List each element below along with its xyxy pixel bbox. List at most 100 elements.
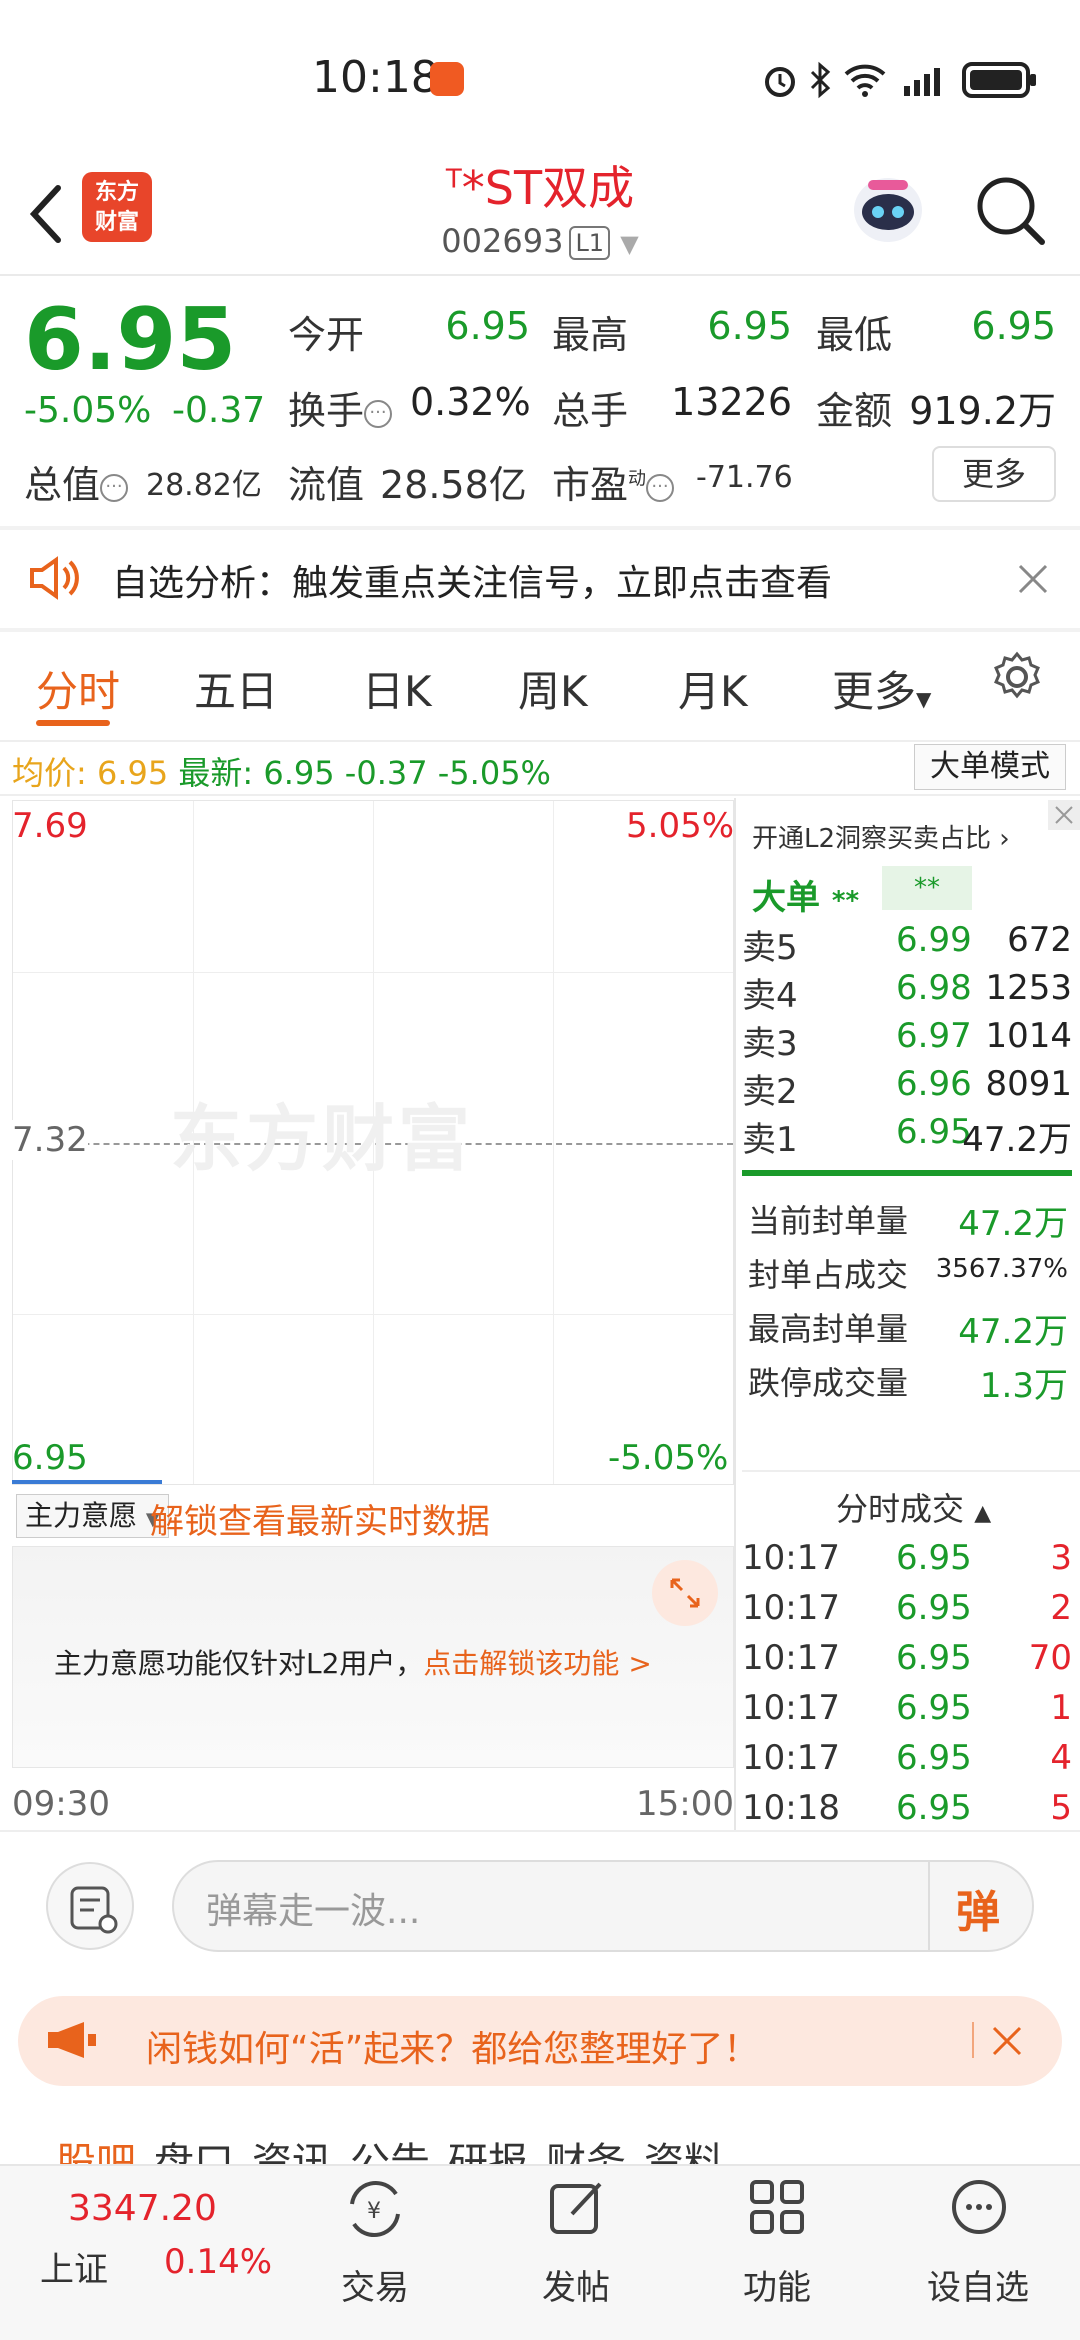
seal-stat-label: 跌停成交量	[748, 1364, 909, 1402]
seal-stat-value: 1.3万	[979, 1366, 1068, 1406]
danmu-send-button[interactable]: 弹	[928, 1860, 1034, 1952]
nav-trade[interactable]: 交易	[305, 2260, 445, 2309]
pct-axis-top: 5.05%	[626, 806, 735, 846]
nav-post[interactable]: 发帖	[506, 2260, 646, 2309]
close-banner-icon[interactable]	[1048, 800, 1080, 830]
l2-unlock-link[interactable]: 点击解锁该功能 >	[423, 1647, 651, 1680]
battery-icon	[962, 60, 1038, 104]
tab-intraday[interactable]: 分时	[36, 658, 120, 719]
danmu-placeholder: 弹幕走一波...	[206, 1891, 421, 1932]
section-tab[interactable]: 股吧	[56, 2130, 136, 2168]
low-label: 最低	[816, 313, 893, 357]
l2-notice: 主力意愿功能仅针对L2用户，点击解锁该功能 >	[54, 1647, 652, 1680]
function-icon[interactable]	[742, 2172, 812, 2246]
post-icon[interactable]	[542, 2172, 612, 2246]
nav-function[interactable]: 功能	[707, 2260, 847, 2309]
more-button[interactable]: 更多	[932, 446, 1056, 502]
expand-icon[interactable]	[652, 1560, 718, 1626]
tab-monthly-k[interactable]: 月K	[678, 658, 748, 719]
y-axis-bottom: 6.95	[12, 1438, 88, 1478]
unlock-realtime-link[interactable]: 解锁查看最新实时数据	[150, 1494, 490, 1543]
section-tab[interactable]: 资讯	[252, 2130, 332, 2168]
total-mv-value: 28.82亿	[146, 468, 262, 503]
stock-prefix: T	[445, 164, 462, 195]
section-tab[interactable]: 资料	[644, 2130, 724, 2168]
l2-banner[interactable]: 开通L2洞察买卖占比 ›	[752, 818, 1010, 855]
section-tab[interactable]: 财务	[546, 2130, 626, 2168]
seal-stat-value: 47.2万	[958, 1204, 1068, 1244]
high-label: 最高	[552, 313, 629, 357]
ask-separator	[742, 1170, 1072, 1176]
svg-text:¥: ¥	[367, 2199, 381, 2224]
change-percent: -5.05%	[24, 390, 152, 431]
chevron-right-icon: ›	[999, 824, 1010, 854]
tab-more[interactable]: 更多▼	[832, 658, 931, 719]
promo-text: 闲钱如何“活”起来？都给您整理好了！	[146, 2029, 760, 2070]
add-watchlist-icon[interactable]	[944, 2172, 1014, 2246]
ask-volume: 672	[1007, 920, 1072, 960]
tick-price: 6.95	[896, 1788, 972, 1828]
ask-label: 卖5	[742, 928, 798, 968]
megaphone-icon	[44, 2018, 100, 2066]
pe-value: -71.76	[696, 460, 793, 495]
big-order-mode-button[interactable]: 大单模式	[914, 744, 1066, 790]
x-axis-start: 09:30	[12, 1784, 110, 1824]
main-force-dropdown[interactable]: 主力意愿 ▼	[16, 1494, 169, 1538]
ticks-title[interactable]: 分时成交 ▲	[836, 1484, 991, 1530]
total-mv-label[interactable]: 总值 ···	[24, 454, 129, 509]
trade-icon[interactable]: ¥	[340, 2174, 410, 2248]
tab-weekly-k[interactable]: 周K	[518, 658, 588, 719]
speaker-icon	[28, 556, 82, 604]
section-tab[interactable]: 盘口	[154, 2130, 234, 2168]
robot-assistant-icon[interactable]	[848, 168, 928, 248]
ask-label: 卖4	[742, 976, 798, 1016]
current-price: 6.95	[24, 290, 237, 390]
section-tab[interactable]: 研报	[448, 2130, 528, 2168]
index-name[interactable]: 上证	[40, 2242, 108, 2291]
watermark: 东方财富	[170, 1097, 475, 1181]
big-order-label: 大单 **	[752, 878, 860, 918]
tick-volume: 4	[1050, 1738, 1072, 1778]
notice-divider	[0, 628, 1080, 632]
tab-daily-k[interactable]: 日K	[362, 658, 432, 719]
section-tabs: 股吧 盘口 资讯 公告 研报 财务 资料	[0, 2108, 1080, 2168]
active-tab-indicator	[36, 720, 110, 726]
info-icon: ···	[646, 473, 675, 502]
caret-down-icon: ▼	[916, 687, 932, 711]
nav-add-watchlist[interactable]: 设自选	[908, 2260, 1048, 2309]
seal-stat-label: 封单占成交	[748, 1256, 909, 1294]
promo-close-icon[interactable]	[990, 2024, 1024, 2062]
bluetooth-icon	[806, 60, 836, 104]
danmu-divider	[0, 1830, 1080, 1832]
open-label: 今开	[288, 313, 365, 357]
float-mv-value: 28.58亿	[380, 463, 527, 507]
orderbook-divider	[734, 798, 736, 1830]
index-value[interactable]: 3347.20	[68, 2188, 217, 2229]
volume-label: 总手	[552, 389, 629, 433]
tick-price: 6.95	[896, 1538, 972, 1578]
turnover-label[interactable]: 换手 ···	[288, 380, 393, 435]
float-mv-label: 流值	[288, 463, 365, 507]
danmu-settings-icon[interactable]	[46, 1862, 134, 1950]
section-tab[interactable]: 公告	[350, 2130, 430, 2168]
pe-label[interactable]: 市盈动 ···	[552, 454, 675, 509]
ask-volume: 47.2万	[962, 1120, 1072, 1160]
amount-value: 919.2万	[909, 389, 1056, 433]
ask-label: 卖2	[742, 1072, 798, 1112]
tick-time: 10:17	[742, 1638, 840, 1678]
turnover-value: 0.32%	[410, 380, 531, 424]
y-axis-top: 7.69	[12, 806, 88, 846]
tick-volume: 1	[1050, 1688, 1072, 1728]
close-icon[interactable]	[1016, 562, 1050, 600]
tick-time: 10:17	[742, 1588, 840, 1628]
promo-divider	[972, 2022, 974, 2058]
tick-price: 6.95	[896, 1688, 972, 1728]
settings-gear-icon[interactable]	[990, 650, 1044, 708]
tab-five-day[interactable]: 五日	[194, 658, 278, 719]
ask-volume: 1253	[985, 968, 1072, 1008]
seal-stat-value: 3567.37%	[935, 1254, 1068, 1284]
open-value: 6.95	[445, 304, 530, 348]
tick-volume: 5	[1050, 1788, 1072, 1828]
info-icon: ···	[364, 399, 393, 428]
search-icon[interactable]	[972, 172, 1048, 248]
